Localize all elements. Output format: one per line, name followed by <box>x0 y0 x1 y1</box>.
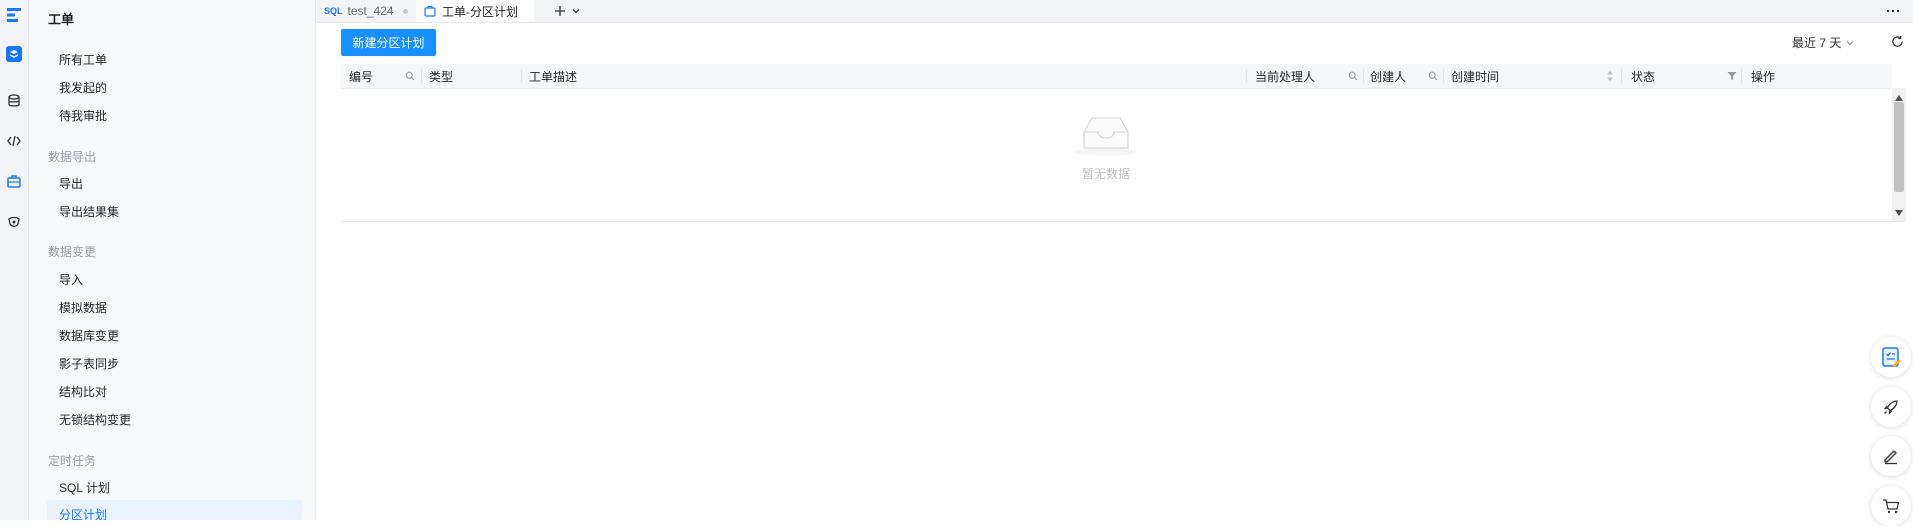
tab-sql-console[interactable]: SQL test_424 <box>324 0 408 22</box>
filter-icon[interactable] <box>1727 70 1737 84</box>
rocket-button[interactable] <box>1871 387 1911 427</box>
sidebar-group-scheduled: 定时任务 <box>48 454 97 468</box>
tab-label: test_424 <box>347 4 394 18</box>
chevron-down-icon[interactable] <box>570 0 582 22</box>
sidebar-title: 工单 <box>48 12 75 27</box>
sidebar-item-partition-plan[interactable]: 分区计划 <box>59 506 107 520</box>
sort-icon[interactable] <box>1606 69 1614 86</box>
edit-button[interactable] <box>1871 436 1911 476</box>
tab-label: 工单-分区计划 <box>442 4 518 19</box>
column-header-created-time[interactable]: 创建时间 <box>1451 64 1499 88</box>
column-header-creator[interactable]: 创建人 <box>1370 64 1406 88</box>
search-icon[interactable] <box>1428 70 1438 84</box>
rocket-icon <box>1882 398 1900 416</box>
more-icon[interactable] <box>1884 0 1902 22</box>
date-range-select[interactable]: 最近 7 天 <box>1792 34 1855 51</box>
sidebar-group-data-change: 数据变更 <box>48 245 97 259</box>
sidebar-item-mock-data[interactable]: 模拟数据 <box>59 299 107 316</box>
column-header-actions: 操作 <box>1751 69 1776 84</box>
tab-partition-plan[interactable]: 工单-分区计划 <box>416 0 534 22</box>
column-header-type[interactable]: 类型 <box>429 64 453 88</box>
scroll-thumb[interactable] <box>1894 102 1904 192</box>
sidebar-item-import[interactable]: 导入 <box>59 271 83 288</box>
tab-dot-icon <box>402 8 408 14</box>
sidebar-item-export-resultset[interactable]: 导出结果集 <box>59 203 119 220</box>
sidebar-item-lockless-change[interactable]: 无锁结构变更 <box>59 411 131 428</box>
cart-button[interactable] <box>1871 486 1911 526</box>
sidebar-item-db-change[interactable]: 数据库变更 <box>59 327 119 344</box>
refresh-icon[interactable] <box>1891 35 1904 51</box>
pencil-icon <box>1882 447 1900 465</box>
scroll-down-arrow-icon[interactable] <box>1895 205 1903 219</box>
icon-rail <box>0 0 29 520</box>
date-range-value: 最近 7 天 <box>1792 36 1842 50</box>
code-icon[interactable] <box>5 132 23 150</box>
add-tab-icon[interactable] <box>552 0 568 22</box>
column-header-description[interactable]: 工单描述 <box>529 64 577 88</box>
column-header-status[interactable]: 状态 <box>1631 64 1655 88</box>
empty-box-icon <box>1066 114 1146 161</box>
tab-bar: SQL test_424 工单-分区计划 <box>316 0 1913 23</box>
chevron-down-icon <box>1845 38 1855 48</box>
security-icon[interactable] <box>5 213 23 231</box>
search-icon[interactable] <box>405 70 415 84</box>
empty-text: 暂无数据 <box>1081 167 1130 181</box>
table-header: 编号 类型 工单描述 当前处理人 创建人 创建时间 状态 操作 <box>341 64 1891 89</box>
task-list-icon <box>1880 346 1902 368</box>
task-list-button[interactable] <box>1871 337 1911 377</box>
table-scrollbar[interactable] <box>1892 88 1906 221</box>
sidebar-item-schema-compare[interactable]: 结构比对 <box>59 383 107 400</box>
search-icon[interactable] <box>1348 70 1358 84</box>
sidebar: 工单 所有工单 我发起的 待我审批 数据导出 导出 导出结果集 数据变更 导入 … <box>29 0 316 520</box>
cart-icon <box>1882 497 1900 515</box>
sql-icon: SQL <box>324 6 343 16</box>
sidebar-item-shadow-sync[interactable]: 影子表同步 <box>59 355 119 372</box>
workspace-icon[interactable] <box>5 45 23 63</box>
database-icon[interactable] <box>5 92 23 110</box>
sidebar-group-data-export: 数据导出 <box>48 150 97 164</box>
logo-icon[interactable] <box>5 6 23 24</box>
create-partition-plan-button[interactable]: 新建分区计划 <box>341 29 436 56</box>
column-header-current-handler[interactable]: 当前处理人 <box>1255 64 1315 88</box>
ticket-table: 编号 类型 工单描述 当前处理人 创建人 创建时间 状态 操作 暂无数据 <box>341 64 1906 222</box>
empty-state: 暂无数据 <box>1066 114 1146 182</box>
sidebar-item-my-initiated[interactable]: 我发起的 <box>59 79 107 96</box>
column-header-id[interactable]: 编号 <box>349 64 373 88</box>
sidebar-item-all-tickets[interactable]: 所有工单 <box>59 51 107 68</box>
ticket-icon[interactable] <box>5 172 23 190</box>
sidebar-item-export[interactable]: 导出 <box>59 175 83 192</box>
sidebar-item-pending-approval[interactable]: 待我审批 <box>59 107 107 124</box>
briefcase-icon <box>424 5 436 17</box>
sidebar-item-sql-plan[interactable]: SQL 计划 <box>59 479 110 496</box>
